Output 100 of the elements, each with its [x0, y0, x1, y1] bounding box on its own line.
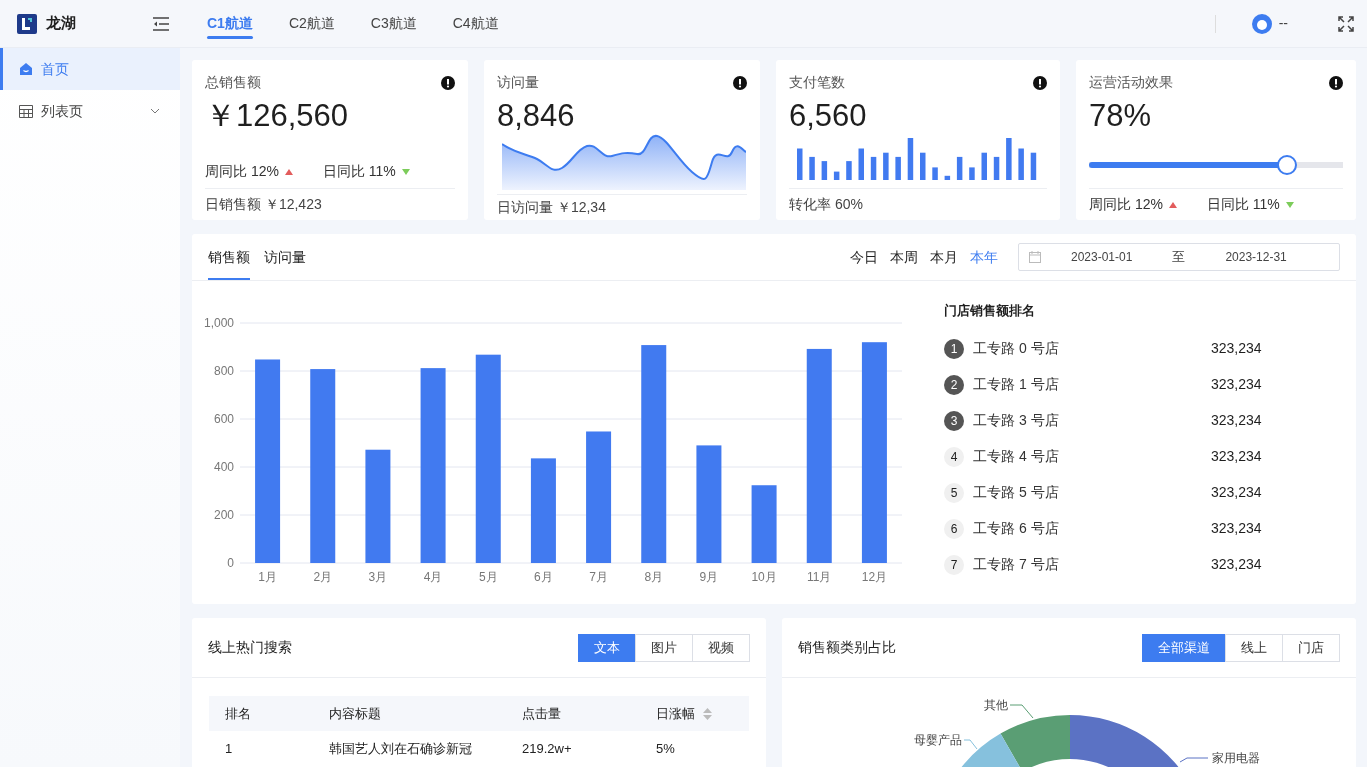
axis-label: 12月: [861, 570, 888, 584]
axis-label: 4月: [423, 570, 443, 584]
footer-text: 日访问量 ￥12,34: [497, 198, 606, 218]
rank-badge: 2: [944, 374, 964, 395]
filter-button[interactable]: 全部渠道: [1142, 633, 1226, 662]
store-name: 工专路 4 号店: [973, 447, 1060, 466]
filter-button[interactable]: 视频: [692, 633, 750, 662]
stat-value: 8,846: [497, 97, 576, 135]
sidebar-item[interactable]: 列表页: [0, 90, 180, 132]
footer-text: 转化率 60%: [789, 195, 863, 215]
rank-badge: 7: [944, 554, 964, 575]
store-name: 工专路 3 号店: [973, 411, 1060, 430]
card-title: 访问量: [497, 73, 539, 92]
axis-label: 400: [213, 460, 234, 474]
calendar-icon: [1029, 251, 1041, 263]
axis-label: 11月: [807, 570, 832, 584]
user-name: --: [1278, 14, 1288, 33]
avatar-icon[interactable]: [1251, 13, 1272, 34]
card-title: 线上热门搜索: [208, 638, 292, 657]
column-header: 排名: [209, 696, 313, 731]
store-name: 工专路 0 号店: [973, 339, 1060, 358]
panel-tab[interactable]: 销售额: [202, 234, 256, 280]
chevron-down-icon: [150, 108, 160, 114]
card-title: 销售额类别占比: [798, 638, 896, 657]
leader-line: [963, 739, 978, 750]
axis-label: 8月: [644, 570, 664, 584]
range-link[interactable]: 本年: [964, 246, 1004, 268]
axis-label: 200: [213, 508, 234, 522]
slice-label: 家用电器: [1212, 751, 1260, 765]
date-separator: 至: [1172, 248, 1186, 267]
range-link[interactable]: 本月: [924, 246, 964, 268]
trend-text: 周同比 12%: [205, 161, 293, 183]
home-icon: [19, 62, 33, 76]
store-sales: 323,234: [1211, 519, 1262, 538]
axis-label: 9月: [699, 570, 719, 584]
table-icon: [19, 104, 33, 118]
column-header: 内容标题: [313, 696, 506, 731]
axis-label: 7月: [589, 570, 608, 584]
axis-label: 0: [227, 556, 234, 570]
store-sales: 323,234: [1211, 555, 1262, 574]
rank-badge: 5: [944, 482, 964, 503]
trend-text: 日同比 11%: [1206, 194, 1294, 216]
store-name: 工专路 5 号店: [973, 483, 1060, 502]
slider-thumb[interactable]: [1277, 155, 1298, 176]
panel-tab[interactable]: 访问量: [258, 234, 312, 280]
range-link[interactable]: 本周: [884, 246, 924, 268]
nav-tab[interactable]: C1航道: [207, 0, 253, 48]
date-range-field[interactable]: 2023-01-01 至 2023-12-31: [1018, 243, 1340, 271]
table-cell: 韩国艺人刘在石确诊新冠: [313, 731, 506, 767]
slice-label: 母婴产品: [914, 733, 962, 747]
start-date: 2023-01-01: [1071, 249, 1133, 266]
store-sales: 323,234: [1211, 447, 1262, 466]
fullscreen-icon[interactable]: [1338, 15, 1354, 32]
table-cell: 219.2w+: [506, 731, 640, 767]
info-icon[interactable]: [441, 75, 455, 90]
store-sales: 323,234: [1211, 375, 1262, 394]
column-header: 点击量: [506, 696, 640, 731]
filter-button[interactable]: 文本: [578, 633, 636, 662]
rank-badge: 6: [944, 518, 964, 539]
nav-tab[interactable]: C2航道: [288, 0, 335, 48]
column-header[interactable]: 日涨幅: [640, 696, 749, 731]
footer-text: 日销售额 ￥12,423: [205, 195, 322, 215]
menu-collapse-icon[interactable]: [153, 16, 169, 31]
axis-label: 1,000: [203, 316, 234, 330]
slice-label: 其他: [984, 698, 1008, 712]
table-cell: 1: [209, 731, 313, 767]
rank-badge: 4: [944, 446, 964, 467]
rank-badge: 1: [944, 338, 964, 359]
logo-icon: [17, 13, 37, 34]
info-icon[interactable]: [1033, 75, 1047, 90]
brand-name: 龙湖: [46, 13, 76, 34]
store-name: 工专路 7 号店: [973, 555, 1060, 574]
stat-value: 6,560: [789, 97, 868, 135]
info-icon[interactable]: [733, 75, 747, 90]
axis-label: 600: [213, 412, 234, 426]
filter-button[interactable]: 图片: [635, 633, 693, 662]
filter-button[interactable]: 线上: [1225, 633, 1283, 662]
stat-value: 78%: [1089, 97, 1153, 135]
stat-value: ￥126,560: [205, 97, 350, 135]
axis-label: 3月: [368, 570, 388, 584]
trend-text: 日同比 11%: [322, 161, 410, 183]
card-title: 总销售额: [205, 73, 261, 92]
axis-label: 5月: [478, 570, 498, 584]
rank-badge: 3: [944, 410, 964, 431]
sidebar-item[interactable]: 首页: [0, 48, 180, 90]
table-cell: 5%: [640, 731, 749, 767]
range-link[interactable]: 今日: [844, 246, 884, 268]
axis-label: 6月: [534, 570, 553, 584]
store-sales: 323,234: [1211, 411, 1262, 430]
trend-text: 周同比 12%: [1089, 194, 1177, 216]
nav-tab[interactable]: C3航道: [370, 0, 417, 48]
axis-label: 2月: [313, 570, 333, 584]
info-icon[interactable]: [1329, 75, 1343, 90]
card-title: 运营活动效果: [1089, 73, 1173, 92]
end-date: 2023-12-31: [1225, 249, 1287, 266]
filter-button[interactable]: 门店: [1282, 633, 1340, 662]
store-name: 工专路 1 号店: [973, 375, 1060, 394]
axis-label: 10月: [751, 570, 777, 584]
nav-tab[interactable]: C4航道: [452, 0, 499, 48]
axis-label: 800: [213, 364, 234, 378]
